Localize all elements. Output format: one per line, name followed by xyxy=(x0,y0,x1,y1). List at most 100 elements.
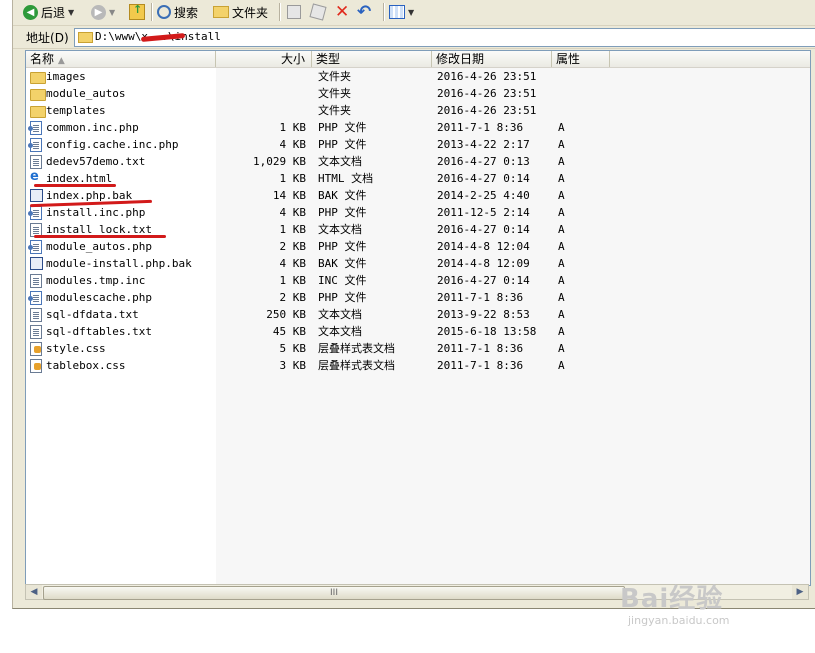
column-modified-label: 修改日期 xyxy=(436,52,485,66)
address-label: 地址(D) xyxy=(26,29,69,46)
column-modified[interactable]: 修改日期 xyxy=(432,51,552,67)
file-date: 2016-4-26 23:51 xyxy=(437,70,537,83)
file-date: 2016-4-27 0:14 xyxy=(437,223,530,236)
back-button[interactable]: ◀ 后退 ▼ xyxy=(23,2,74,22)
search-button[interactable]: 搜索 xyxy=(157,2,198,22)
file-attr: A xyxy=(558,257,565,270)
address-label-key: (D) xyxy=(50,31,69,45)
text-file-icon xyxy=(30,155,42,169)
column-size[interactable]: 大小 xyxy=(216,51,312,67)
bak-file-icon xyxy=(30,189,43,202)
file-row[interactable]: sql-dfdata.txt 250 KB 文本文档 2013-9-22 8:53 A xyxy=(26,306,610,323)
file-row[interactable]: config.cache.inc.php 4 KB PHP 文件 2013-4-22 … xyxy=(26,136,610,153)
file-attr: A xyxy=(558,359,565,372)
forward-dropdown-icon[interactable]: ▼ xyxy=(109,8,115,17)
forward-button[interactable]: ▶ ▼ xyxy=(91,2,115,22)
file-row[interactable]: images 文件夹 2016-4-26 23:51 xyxy=(26,68,610,85)
folder-icon xyxy=(30,89,46,101)
file-name: images xyxy=(46,70,86,83)
file-row[interactable]: module_autos.php 2 KB PHP 文件 2014-4-8 12:04… xyxy=(26,238,610,255)
file-attr: A xyxy=(558,342,565,355)
file-date: 2014-4-8 12:09 xyxy=(437,257,530,270)
file-name: sql-dftables.txt xyxy=(46,325,152,338)
file-attr: A xyxy=(558,240,565,253)
file-row[interactable]: modules.tmp.inc 1 KB INC 文件 2016-4-27 0:14 A xyxy=(26,272,610,289)
file-size: 1 KB xyxy=(279,172,307,185)
bak-file-icon xyxy=(30,257,43,270)
back-arrow-icon: ◀ xyxy=(23,4,38,20)
scrollbar-grip: III xyxy=(330,588,338,598)
file-type: 文本文档 xyxy=(318,155,362,168)
file-name: module-install.php.bak xyxy=(46,257,192,270)
file-date: 2014-2-25 4:40 xyxy=(437,189,530,202)
scroll-right-icon[interactable]: ▶ xyxy=(792,585,808,599)
file-name: dedev57demo.txt xyxy=(46,155,146,168)
move-to-button[interactable] xyxy=(287,2,301,22)
search-label: 搜索 xyxy=(174,5,199,20)
address-label-text: 地址 xyxy=(26,31,51,45)
sort-arrow-icon: ▲ xyxy=(57,56,65,66)
column-type-label: 类型 xyxy=(316,52,341,66)
file-type: HTML 文档 xyxy=(318,172,374,185)
delete-button[interactable]: ✕ xyxy=(335,2,349,22)
file-name: tablebox.css xyxy=(46,359,126,372)
file-type: 文件夹 xyxy=(318,104,351,117)
file-name: module_autos.php xyxy=(46,240,152,253)
file-attr xyxy=(558,85,598,102)
copy-to-button[interactable] xyxy=(309,2,327,22)
scrollbar-thumb[interactable]: III xyxy=(43,586,625,600)
file-size: 2 KB xyxy=(279,240,307,253)
column-name[interactable]: 名称 ▲ xyxy=(26,51,216,67)
file-size: 3 KB xyxy=(279,359,307,372)
up-folder-button[interactable]: ↑ xyxy=(129,2,145,22)
file-attr: A xyxy=(558,155,565,168)
watermark-brand: Bai经验 xyxy=(620,584,724,614)
column-attributes[interactable]: 属性 xyxy=(552,51,610,67)
file-date: 2011-12-5 2:14 xyxy=(437,206,530,219)
file-size xyxy=(216,102,306,119)
folder-icon xyxy=(30,106,46,118)
column-type[interactable]: 类型 xyxy=(312,51,432,67)
red-underline-annotation xyxy=(34,184,116,187)
file-row[interactable]: modulescache.php 2 KB PHP 文件 2011-7-1 8:36 A xyxy=(26,289,610,306)
file-size: 1 KB xyxy=(279,223,307,236)
file-date: 2011-7-1 8:36 xyxy=(437,291,524,304)
file-name: templates xyxy=(46,104,106,117)
file-date: 2011-7-1 8:36 xyxy=(437,121,524,134)
php-file-icon xyxy=(28,291,42,305)
file-row[interactable]: module-install.php.bak 4 KB BAK 文件 2014-4-8… xyxy=(26,255,610,272)
file-type: INC 文件 xyxy=(318,274,367,287)
back-dropdown-icon[interactable]: ▼ xyxy=(68,8,74,17)
file-list[interactable]: 名称 ▲ 大小 类型 修改日期 属性 images 文件夹 2016-4-26 23… xyxy=(25,50,811,586)
delete-x-icon: ✕ xyxy=(335,2,350,22)
file-row[interactable]: dedev57demo.txt 1,029 KB 文本文档 2016-4-27 0:1… xyxy=(26,153,610,170)
file-row[interactable]: common.inc.php 1 KB PHP 文件 2011-7-1 8:36 A xyxy=(26,119,610,136)
file-attr: A xyxy=(558,121,565,134)
file-size: 14 KB xyxy=(272,189,306,202)
file-size: 4 KB xyxy=(279,257,307,270)
column-name-label: 名称 xyxy=(30,52,55,66)
file-date: 2016-4-27 0:14 xyxy=(437,172,530,185)
file-row[interactable]: templates 文件夹 2016-4-26 23:51 xyxy=(26,102,610,119)
file-type: BAK 文件 xyxy=(318,189,367,202)
views-button[interactable]: ▼ xyxy=(389,2,414,22)
address-input[interactable]: D:\www\x...\install xyxy=(74,28,815,47)
folders-button[interactable]: 文件夹 xyxy=(213,2,268,22)
red-underline-annotation xyxy=(34,235,166,238)
file-row[interactable]: tablebox.css 3 KB 层叠样式表文档 2011-7-1 8:36 A xyxy=(26,357,610,374)
file-date: 2016-4-26 23:51 xyxy=(437,104,537,117)
file-size: 1 KB xyxy=(279,274,307,287)
file-row[interactable]: module_autos 文件夹 2016-4-26 23:51 xyxy=(26,85,610,102)
folder-icon xyxy=(78,32,93,43)
file-row[interactable]: style.css 5 KB 层叠样式表文档 2011-7-1 8:36 A xyxy=(26,340,610,357)
views-dropdown-icon: ▼ xyxy=(408,7,415,17)
watermark-url: jingyan.baidu.com xyxy=(628,614,730,627)
file-row[interactable]: sql-dftables.txt 45 KB 文本文档 2015-6-18 13:58… xyxy=(26,323,610,340)
undo-arrow-icon: ↶ xyxy=(357,2,372,22)
scroll-left-icon[interactable]: ◀ xyxy=(26,585,42,599)
file-attr xyxy=(558,68,598,85)
file-row[interactable]: install.inc.php 4 KB PHP 文件 2011-12-5 2:14 A xyxy=(26,204,610,221)
php-file-icon xyxy=(28,121,42,135)
file-size: 250 KB xyxy=(266,308,306,321)
undo-button[interactable]: ↶ xyxy=(357,2,371,22)
